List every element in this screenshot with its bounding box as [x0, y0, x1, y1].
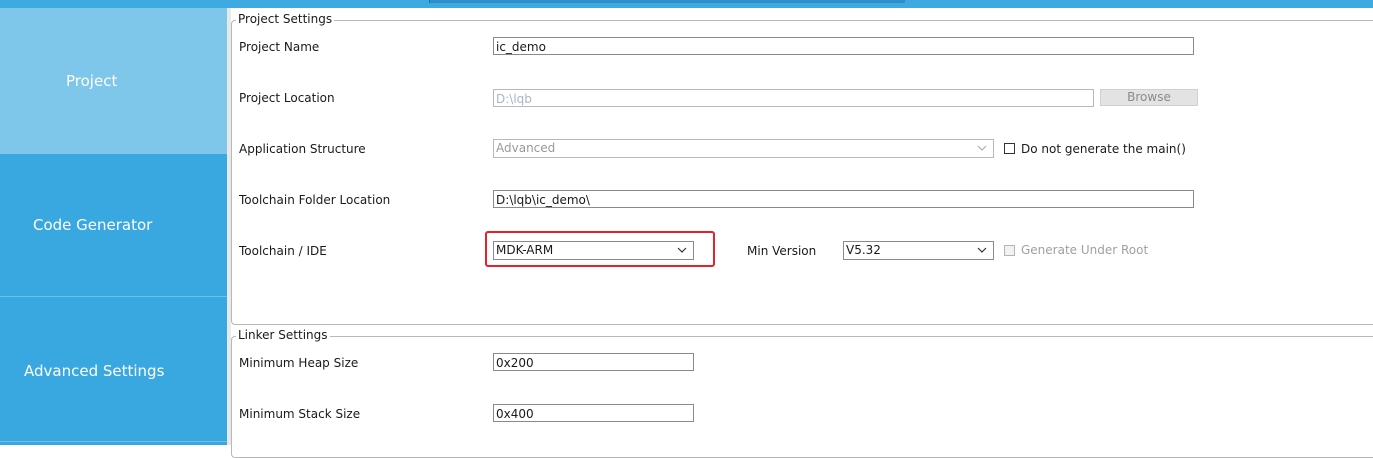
browse-button[interactable]: Browse: [1100, 89, 1198, 106]
group-title: Linker Settings: [236, 328, 330, 342]
annotation-highlight-box: [485, 231, 715, 267]
top-tab-strip: [0, 0, 1373, 8]
nav-divider: [0, 441, 227, 442]
nav-item-code-generator[interactable]: Code Generator: [0, 154, 227, 296]
project-name-input[interactable]: ic_demo: [493, 37, 1194, 55]
select-value: Advanced: [496, 141, 556, 155]
group-title: Project Settings: [236, 12, 335, 26]
min-stack-input[interactable]: 0x400: [493, 404, 694, 422]
nav-item-label: Project: [66, 72, 118, 90]
min-stack-label: Minimum Stack Size: [239, 407, 361, 421]
min-heap-label: Minimum Heap Size: [239, 356, 359, 370]
toolchain-folder-label: Toolchain Folder Location: [239, 193, 391, 207]
nav-item-project[interactable]: Project: [0, 8, 227, 154]
chevron-down-icon: [977, 247, 987, 253]
application-structure-select[interactable]: Advanced: [493, 139, 994, 158]
do-not-generate-main-label: Do not generate the main(): [1021, 142, 1186, 156]
project-settings-group: Project Settings: [231, 12, 1373, 325]
nav-item-label: Code Generator: [33, 216, 153, 234]
toolchain-folder-input[interactable]: D:\lqb\ic_demo\: [493, 190, 1194, 208]
nav-item-advanced-settings[interactable]: Advanced Settings: [0, 297, 227, 445]
toolchain-ide-label: Toolchain / IDE: [239, 244, 327, 258]
left-nav: Project Code Generator Advanced Settings: [0, 8, 227, 445]
project-location-label: Project Location: [239, 91, 335, 105]
min-version-label: Min Version: [747, 244, 817, 258]
top-tab[interactable]: [429, 0, 905, 3]
application-structure-label: Application Structure: [239, 142, 366, 156]
generate-under-root-label: Generate Under Root: [1021, 243, 1149, 257]
min-version-select[interactable]: V5.32: [843, 241, 994, 260]
chevron-down-icon: [977, 145, 987, 151]
project-location-input[interactable]: D:\lqb: [493, 89, 1094, 107]
nav-item-label: Advanced Settings: [24, 362, 165, 380]
min-heap-input[interactable]: 0x200: [493, 353, 694, 371]
do-not-generate-main-checkbox[interactable]: [1004, 143, 1015, 154]
linker-settings-group: Linker Settings: [231, 328, 1373, 458]
generate-under-root-checkbox[interactable]: [1004, 245, 1015, 256]
project-name-label: Project Name: [239, 40, 320, 54]
select-value: V5.32: [846, 243, 881, 257]
